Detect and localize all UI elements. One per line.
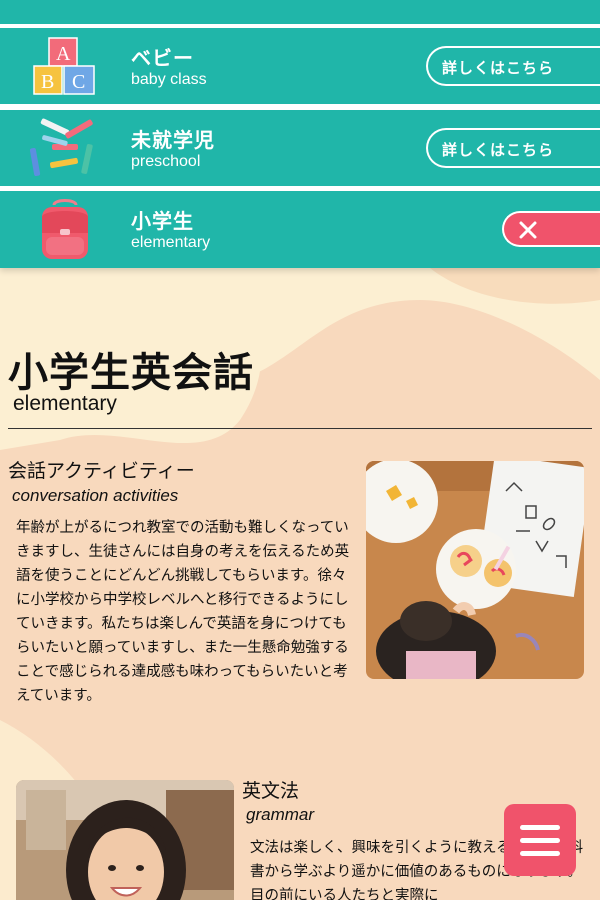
- category-menu: A B C ベビー baby class 詳しくはこちら 未就学児 presch…: [0, 0, 600, 268]
- menu-item-elementary[interactable]: 小学生 elementary: [0, 191, 600, 268]
- menu-item-title: ベビー: [131, 46, 194, 70]
- hamburger-menu-button[interactable]: [504, 804, 576, 876]
- section-body: 年齢が上がるにつれ教室での活動も難しくなっていきますし、生徒さんには自身の考えを…: [16, 520, 350, 704]
- hamburger-menu-icon-bar: [520, 838, 560, 843]
- child-decorating-cookies-photo: [366, 461, 584, 679]
- menu-item-baby[interactable]: A B C ベビー baby class 詳しくはこちら: [0, 28, 600, 104]
- hamburger-menu-icon-bar: [520, 851, 560, 856]
- menu-item-subtitle: baby class: [131, 71, 207, 88]
- section-subtitle: conversation activities: [12, 486, 179, 505]
- hamburger-menu-icon: [520, 825, 560, 830]
- crayons-icon: [30, 118, 93, 176]
- svg-text:C: C: [72, 71, 85, 93]
- abc-blocks-icon: A B C: [33, 37, 95, 95]
- smiling-girl-photo: [16, 780, 234, 900]
- menu-item-title: 小学生: [131, 209, 194, 233]
- svg-text:B: B: [41, 71, 54, 93]
- details-button-preschool[interactable]: 詳しくはこちら: [426, 128, 600, 168]
- menu-item-subtitle: preschool: [131, 153, 201, 170]
- menu-item-title: 未就学児: [131, 128, 215, 152]
- school-backpack-icon: [42, 199, 88, 259]
- page-subtitle: elementary: [13, 392, 117, 415]
- section-subtitle: grammar: [246, 805, 315, 824]
- close-button[interactable]: [502, 211, 600, 247]
- close-icon: [519, 221, 537, 239]
- details-button-baby[interactable]: 詳しくはこちら: [426, 46, 600, 86]
- svg-text:A: A: [56, 43, 71, 65]
- menu-item-subtitle: elementary: [131, 234, 211, 251]
- menu-item-preschool[interactable]: 未就学児 preschool 詳しくはこちら: [0, 110, 600, 186]
- section-title: 会話アクティビティー: [8, 460, 195, 482]
- title-divider: [8, 428, 592, 429]
- page-title: 小学生英会話: [8, 350, 254, 396]
- menu-top-strip: [0, 0, 600, 24]
- section-title: 英文法: [242, 780, 300, 802]
